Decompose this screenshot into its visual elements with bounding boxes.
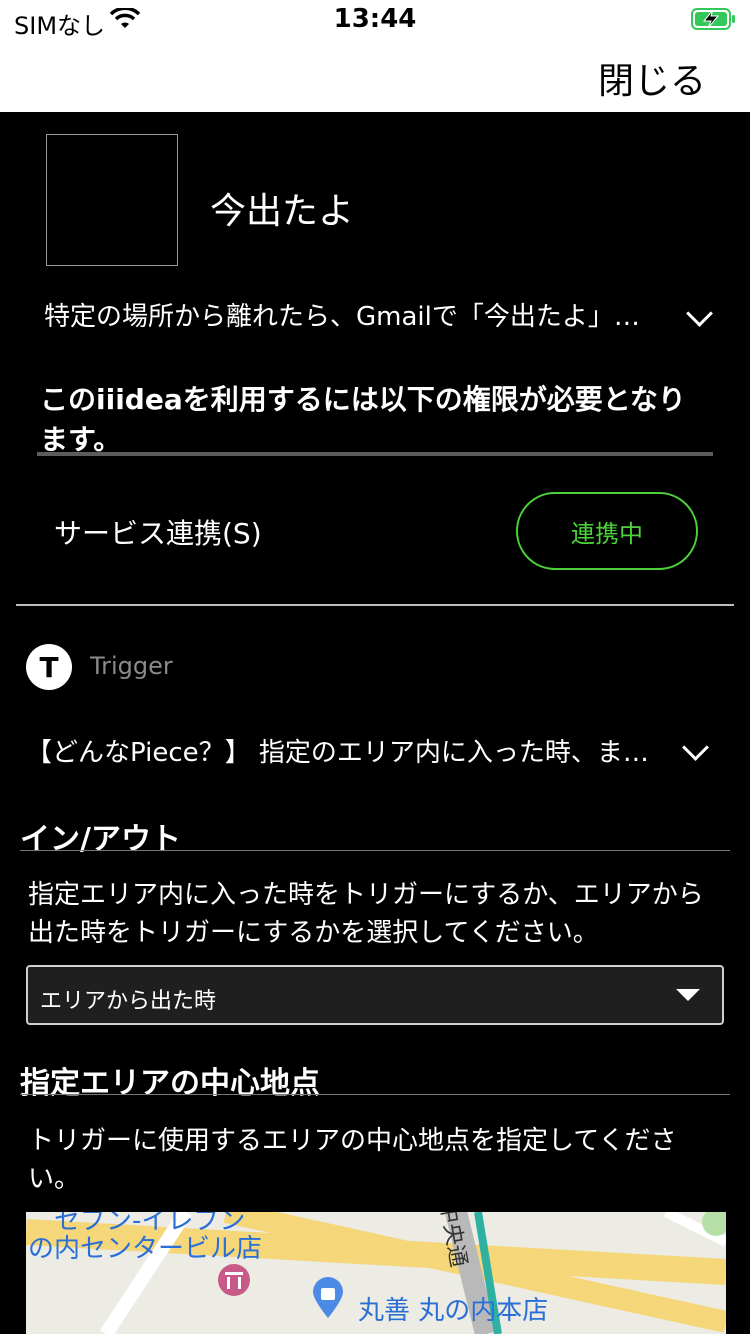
top-bar: SIMなし 13:44 閉じる	[0, 0, 750, 112]
recipe-thumbnail	[46, 134, 178, 266]
shrine-marker-icon	[218, 1264, 250, 1296]
battery-charging-icon	[691, 8, 735, 30]
center-point-heading: 指定エリアの中心地点	[20, 1066, 320, 1101]
divider	[37, 452, 713, 456]
map-view[interactable]: セブン-イレブン の内センタービル店 中央通 丸善 丸の内本店	[26, 1212, 726, 1334]
trigger-label: Trigger	[90, 652, 173, 680]
permission-notice: このiiideaを利用するには以下の権限が必要となります。	[40, 383, 686, 456]
service-link-label: サービス連携(S)	[54, 517, 262, 550]
section-divider	[16, 604, 734, 606]
inout-heading: イン/アウト	[20, 822, 181, 857]
chevron-down-icon[interactable]	[682, 734, 709, 761]
recipe-title: 今出たよ	[210, 191, 355, 232]
center-point-description: トリガーに使用するエリアの中心地点を指定してください。	[28, 1126, 677, 1194]
chevron-down-icon[interactable]	[686, 300, 713, 327]
close-button[interactable]: 閉じる	[598, 52, 706, 104]
recipe-description: 特定の場所から離れたら、Gmailで「今出たよ」とメールを送ります。	[44, 302, 664, 332]
piece-summary: 【どんなPiece？】 指定のエリア内に入った時、またはエリアから出た時	[26, 738, 666, 768]
shop-marker-icon	[313, 1277, 343, 1318]
status-time: 13:44	[333, 4, 417, 34]
heading-underline	[20, 850, 730, 851]
inout-select[interactable]: エリアから出た時	[26, 965, 724, 1025]
service-linked-button[interactable]: 連携中	[516, 492, 698, 570]
map-label: の内センタービル店	[28, 1234, 263, 1264]
trigger-badge-icon: T	[26, 644, 72, 690]
inout-selected-value: エリアから出た時	[40, 989, 217, 1014]
heading-underline	[20, 1094, 730, 1095]
inout-description: 指定エリア内に入った時をトリガーにするか、エリアから出た時をトリガーにするかを選…	[28, 880, 704, 948]
map-label: 丸善 丸の内本店	[358, 1296, 549, 1326]
dropdown-arrow-icon	[676, 989, 700, 1001]
